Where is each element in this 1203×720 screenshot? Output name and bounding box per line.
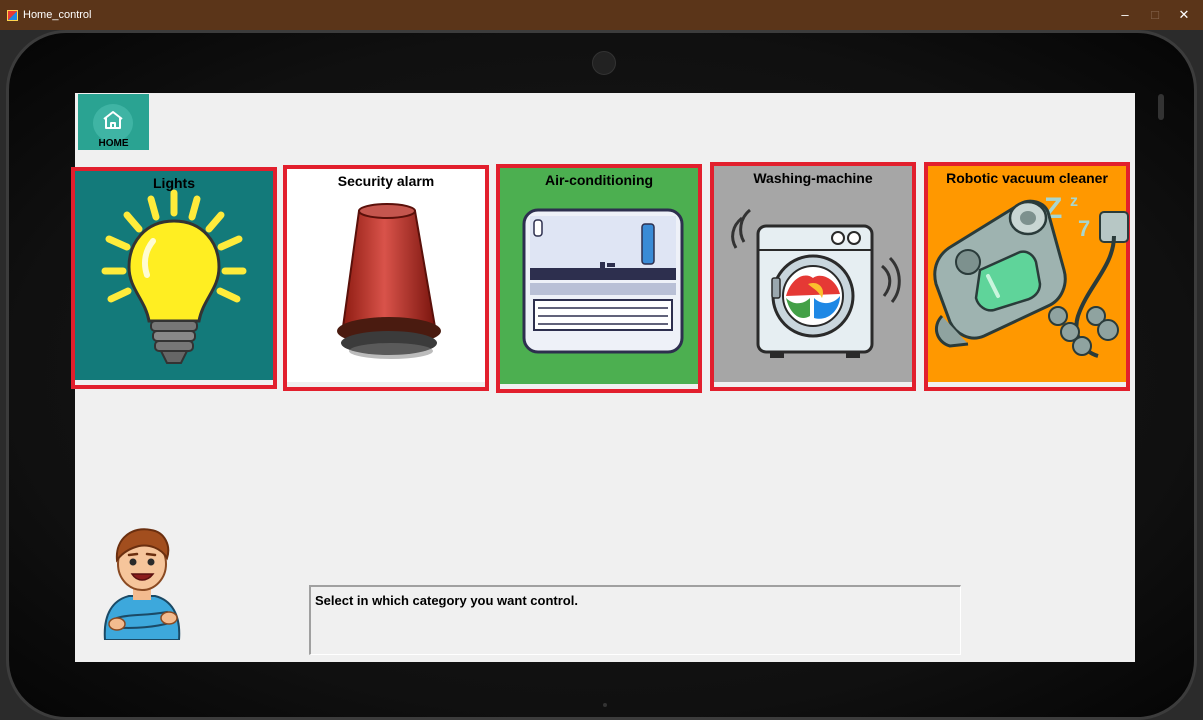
washing-machine-icon: [731, 208, 901, 358]
camera-icon: [592, 51, 616, 75]
category-lights[interactable]: Lights: [71, 167, 277, 389]
light-bulb-icon: [101, 189, 247, 364]
minimize-button[interactable]: –: [1111, 6, 1139, 24]
home-button[interactable]: HOME: [78, 94, 149, 150]
category-air-conditioning[interactable]: Air-conditioning: [496, 164, 702, 393]
air-conditioner-icon: [522, 208, 684, 354]
category-label: Washing-machine: [753, 170, 873, 186]
category-washing-machine[interactable]: Washing-machine: [710, 162, 916, 391]
status-message: Select in which category you want contro…: [315, 593, 578, 608]
close-button[interactable]: ✕: [1170, 6, 1198, 24]
alarm-siren-icon: [337, 203, 441, 359]
app-icon: [7, 10, 18, 21]
card-bottom-strip: [714, 382, 912, 387]
home-label: HOME: [98, 138, 129, 149]
status-message-box: Select in which category you want contro…: [309, 585, 961, 655]
app-screen: HOME Lights Security alarm Air-condition…: [71, 93, 1135, 662]
window-title: Home_control: [23, 9, 92, 21]
svg-text:z: z: [1070, 193, 1078, 210]
svg-text:7: 7: [1078, 216, 1090, 241]
maximize-button[interactable]: □: [1141, 6, 1169, 24]
category-label: Lights: [153, 175, 195, 191]
home-icon: [103, 111, 123, 129]
tablet-sensor: [603, 703, 607, 707]
category-robotic-vacuum-cleaner[interactable]: Z z 7 Robotic vacuum cleaner: [924, 162, 1130, 391]
card-bottom-strip: [75, 380, 273, 385]
tablet-side-button: [1158, 94, 1164, 120]
card-bottom-strip: [928, 382, 1126, 387]
title-bar: Home_control – □ ✕: [0, 0, 1203, 30]
category-security-alarm[interactable]: Security alarm: [283, 165, 489, 391]
category-label: Robotic vacuum cleaner: [946, 170, 1108, 186]
robot-vacuum-icon: Z z 7: [933, 192, 1129, 358]
card-bottom-strip: [287, 382, 485, 387]
category-label: Security alarm: [337, 173, 435, 189]
assistant-avatar-icon: [103, 528, 181, 640]
category-label: Air-conditioning: [544, 172, 654, 188]
card-bottom-strip: [500, 384, 698, 389]
